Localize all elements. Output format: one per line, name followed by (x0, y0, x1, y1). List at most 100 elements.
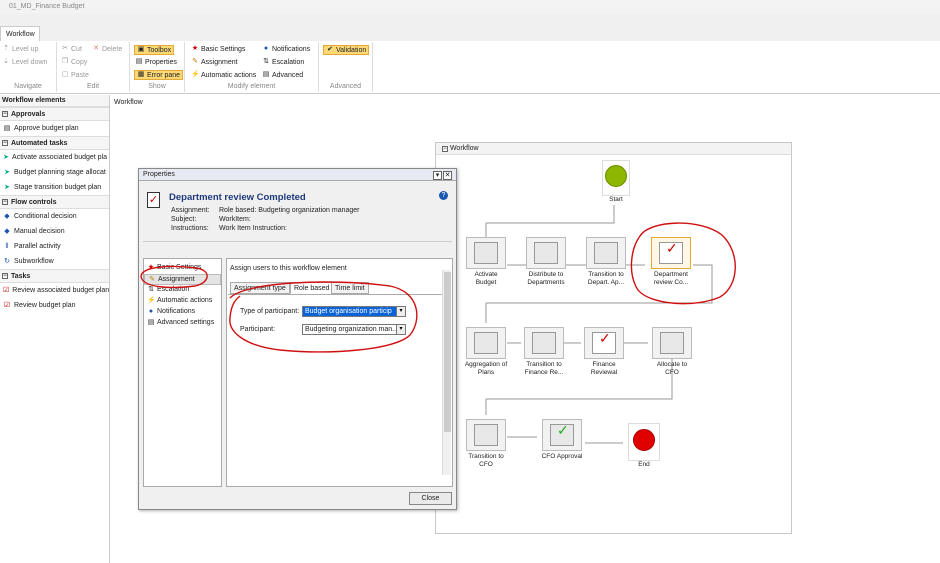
list-item[interactable]: ➤ Stage transition budget plan (0, 180, 109, 195)
node-department-review[interactable]: ✓ Department review Co... (649, 237, 693, 287)
paste-icon: ▢ (61, 71, 69, 78)
automated-task-icon (474, 242, 498, 264)
list-item[interactable]: ◆ Manual decision (0, 224, 109, 239)
lightning-icon: ⚡ (191, 71, 200, 78)
lightning-icon: ⚡ (147, 297, 156, 304)
dept-review-box: ✓ (651, 237, 691, 269)
level-down-button[interactable]: ⇣ Level down (2, 58, 47, 66)
node-aggregation[interactable]: Aggregation of Plans (464, 327, 508, 377)
automated-task-icon (474, 424, 498, 446)
assignment-summary: Assignment: Role based: Budgeting organiz… (171, 207, 360, 214)
tab-assignment-type[interactable]: Assignment type (230, 282, 290, 294)
validation-button[interactable]: ✔ Validation (323, 45, 370, 55)
list-item[interactable]: ⫴ Parallel activity (0, 239, 109, 254)
section-approvals[interactable]: − Approvals (0, 107, 109, 121)
node-distribute[interactable]: Distribute to Departments (524, 237, 568, 287)
tab-workflow[interactable]: Workflow (0, 26, 40, 42)
tab-time-limit[interactable]: Time limit (331, 282, 369, 294)
node-allocate-cfo[interactable]: Allocate to CFO (650, 327, 694, 377)
node-transition-depart[interactable]: Transition to Depart. Ap... (584, 237, 628, 287)
start-box (602, 160, 630, 196)
section-flow-controls[interactable]: − Flow controls (0, 195, 109, 209)
panel-title: Assign users to this workflow element (230, 265, 347, 272)
automated-task-icon: ➤ (4, 184, 10, 191)
automatic-actions-button[interactable]: ⚡ Automatic actions (191, 71, 256, 79)
node-cfo-approval[interactable]: ✓ CFO Approval (540, 419, 584, 461)
copy-icon: ❐ (61, 58, 69, 65)
info-icon: ● (263, 45, 269, 52)
node-activate-budget[interactable]: Activate Budget (464, 237, 508, 287)
list-item[interactable]: ▤ Approve budget plan (0, 121, 109, 136)
properties-button[interactable]: ▤ Properties (135, 58, 177, 66)
cut-button[interactable]: ✂ Cut (61, 45, 82, 53)
automated-task-icon (660, 332, 684, 354)
automated-task-icon (534, 242, 558, 264)
toolbox-icon: ▣ (137, 46, 145, 53)
section-automated-tasks[interactable]: − Automated tasks (0, 136, 109, 150)
divider (143, 241, 452, 242)
copy-button[interactable]: ❐ Copy (61, 58, 87, 66)
node-transition-finance[interactable]: Transition to Finance Re... (522, 327, 566, 377)
advanced-group-label: Advanced (329, 83, 362, 90)
assignment-button[interactable]: ✎ Assignment (191, 58, 238, 66)
node-finance-reviewal[interactable]: ✓ Finance Reviewal (582, 327, 626, 377)
nav-escalation[interactable]: ⇅ Escalation (144, 285, 221, 296)
basic-settings-button[interactable]: ★ Basic Settings (191, 45, 246, 53)
assignment-icon: ✎ (149, 276, 155, 283)
transition-depart-box (586, 237, 626, 269)
close-icon[interactable]: ✕ (443, 171, 452, 180)
end-box (628, 423, 660, 461)
advanced-button[interactable]: ▤ Advanced (262, 71, 303, 79)
scrollbar-thumb[interactable] (444, 272, 451, 432)
properties-nav: ★ Basic Settings ✎ Assignment ⇅ Escalation … (143, 258, 222, 487)
section-tasks[interactable]: − Tasks (0, 269, 109, 283)
collapse-icon: − (2, 199, 8, 205)
pencil-icon: ✎ (192, 58, 198, 65)
type-of-participant-select[interactable]: Budget organisation particip ▾ (302, 306, 406, 317)
level-up-button[interactable]: ⇡ Level up (2, 45, 38, 53)
validation-icon: ✔ (327, 46, 333, 53)
node-end[interactable]: End (622, 423, 666, 469)
nav-notifications[interactable]: ● Notifications (144, 307, 221, 318)
nav-automatic-actions[interactable]: ⚡ Automatic actions (144, 296, 221, 307)
ribbon: ⇡ Level up ⇣ Level down Navigate ✂ Cut ✕ Del… (0, 41, 940, 94)
dialog-titlebar[interactable]: Properties ▾ ✕ (139, 169, 456, 181)
dropdown-icon[interactable]: ▾ (433, 171, 442, 180)
paste-button[interactable]: ▢ Paste (61, 71, 89, 79)
arrow-down-icon: ⇣ (3, 58, 9, 65)
list-item[interactable]: ◆ Conditional decision (0, 209, 109, 224)
delete-button[interactable]: ✕ Delete (92, 45, 122, 53)
error-pane-button[interactable]: ▦ Error pane (134, 70, 184, 80)
allocate-cfo-box (652, 327, 692, 359)
type-of-participant-label: Type of participant: (240, 308, 300, 315)
list-item[interactable]: ☑ Review associated budget plan (0, 283, 109, 298)
nav-assignment[interactable]: ✎ Assignment (144, 274, 221, 285)
help-icon[interactable]: ? (439, 191, 448, 200)
escalation-button[interactable]: ⇅ Escalation (262, 58, 304, 66)
arrow-up-icon: ⇡ (3, 45, 9, 52)
participant-select[interactable]: Budgeting organization man... ▾ (302, 324, 406, 335)
nav-basic-settings[interactable]: ★ Basic Settings (144, 263, 221, 274)
show-group-label: Show (148, 83, 166, 90)
automated-task-icon (532, 332, 556, 354)
node-transition-cfo[interactable]: Transition to CFO (464, 419, 508, 469)
advanced-group: ✔ Validation Advanced (319, 42, 373, 92)
nav-advanced-settings[interactable]: ▤ Advanced settings (144, 318, 221, 329)
tab-role-based[interactable]: Role based (290, 282, 334, 294)
vertical-scrollbar[interactable] (442, 270, 451, 475)
automated-task-icon: ➤ (4, 169, 10, 176)
canvas-breadcrumb: Workflow (114, 99, 143, 106)
list-item[interactable]: ➤ Budget planning stage allocat (0, 165, 109, 180)
delete-x-icon: ✕ (93, 45, 99, 52)
node-start[interactable]: Start (594, 160, 638, 204)
list-item[interactable]: ➤ Activate associated budget pla (0, 150, 109, 165)
notifications-button[interactable]: ● Notifications (262, 45, 310, 53)
collapse-icon: − (2, 140, 8, 146)
toolbox-button[interactable]: ▣ Toolbox (134, 45, 175, 55)
subworkflow-icon: ↻ (4, 258, 10, 265)
list-item[interactable]: ↻ Subworkflow (0, 254, 109, 269)
list-item[interactable]: ☑ Review budget plan (0, 298, 109, 313)
distribute-box (526, 237, 566, 269)
collapse-icon: − (2, 273, 8, 279)
close-button[interactable]: Close (409, 492, 452, 505)
